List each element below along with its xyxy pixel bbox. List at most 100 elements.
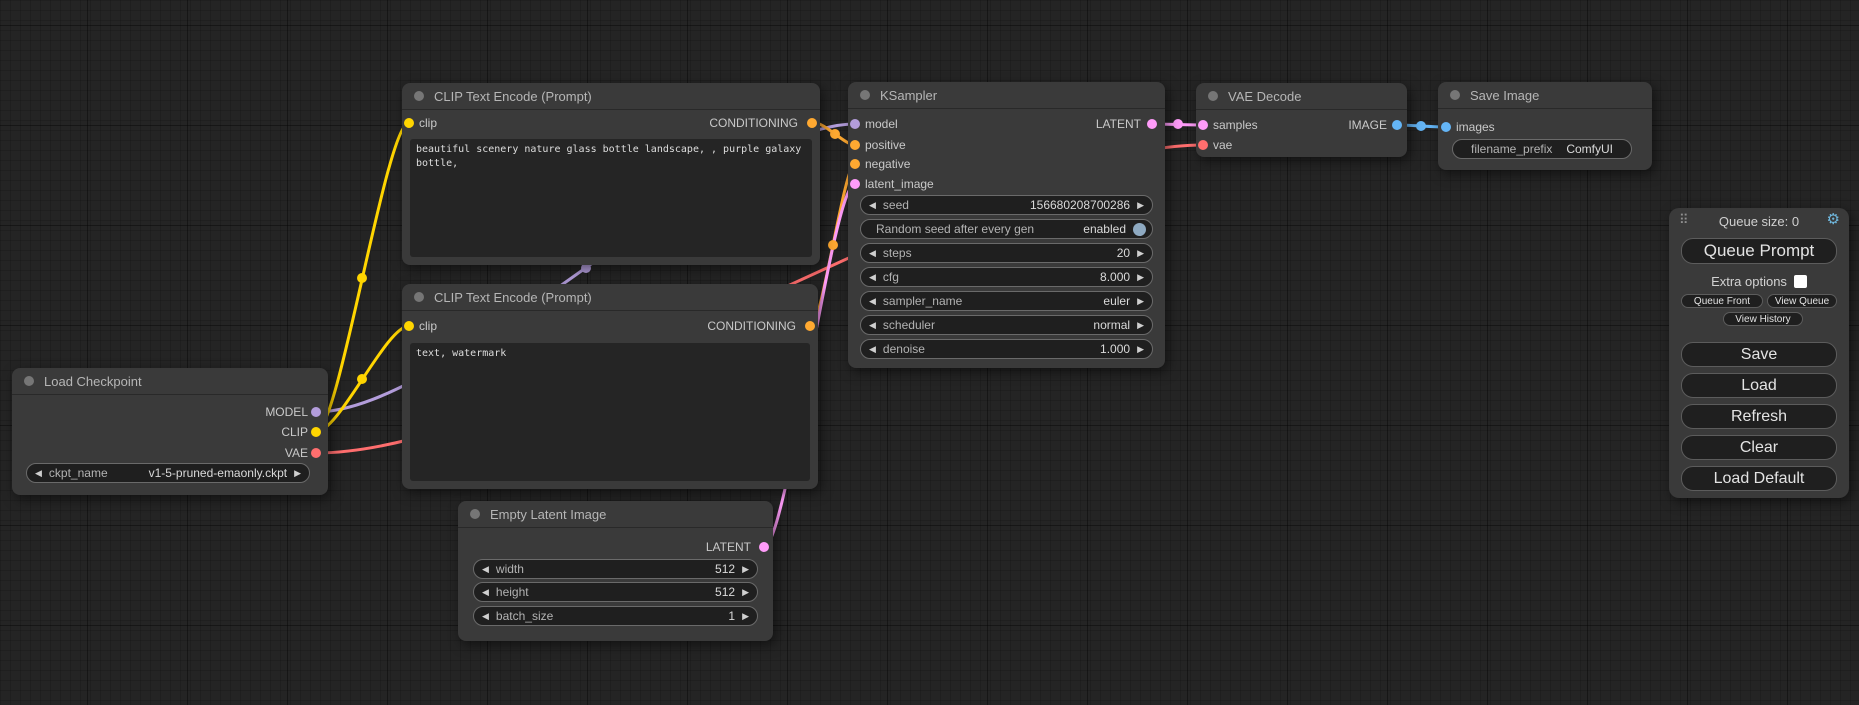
node-title: Save Image [1470, 88, 1539, 103]
filename-prefix-widget[interactable]: filename_prefix ComfyUI [1452, 139, 1632, 159]
samples-input-port[interactable] [1198, 120, 1208, 130]
node-title-bar[interactable]: KSampler [848, 82, 1165, 109]
node-title-bar[interactable]: VAE Decode [1196, 83, 1407, 110]
node-title: KSampler [880, 88, 937, 103]
batch-size-widget[interactable]: ◀ batch_size 1 ▶ [473, 606, 758, 626]
decrement-arrow-icon[interactable]: ◀ [869, 344, 876, 354]
ckpt-name-widget[interactable]: ◀ ckpt_name v1-5-pruned-emaonly.ckpt ▶ [26, 463, 310, 483]
node-clip-text-encode-negative[interactable]: CLIP Text Encode (Prompt) clip CONDITION… [402, 284, 818, 489]
decrement-arrow-icon[interactable]: ◀ [869, 320, 876, 330]
widget-label: seed [883, 198, 909, 212]
view-history-button[interactable]: View History [1723, 312, 1803, 326]
collapse-dot-icon[interactable] [1450, 90, 1460, 100]
model-input-port[interactable] [850, 119, 860, 129]
widget-value: 1.000 [1100, 342, 1130, 356]
refresh-button[interactable]: Refresh [1681, 404, 1837, 429]
output-label-image: IMAGE [1348, 118, 1387, 132]
increment-arrow-icon[interactable]: ▶ [294, 468, 301, 478]
prompt-textarea[interactable]: text, watermark [410, 343, 810, 481]
height-widget[interactable]: ◀ height 512 ▶ [473, 582, 758, 602]
decrement-arrow-icon[interactable]: ◀ [869, 200, 876, 210]
widget-value: 512 [715, 585, 735, 599]
node-empty-latent-image[interactable]: Empty Latent Image LATENT ◀ width 512 ▶ … [458, 501, 773, 641]
collapse-dot-icon[interactable] [860, 90, 870, 100]
increment-arrow-icon[interactable]: ▶ [1137, 200, 1144, 210]
decrement-arrow-icon[interactable]: ◀ [482, 587, 489, 597]
width-widget[interactable]: ◀ width 512 ▶ [473, 559, 758, 579]
clip-output-port[interactable] [311, 427, 321, 437]
random-seed-widget[interactable]: Random seed after every gen enabled [860, 219, 1153, 239]
images-input-port[interactable] [1441, 122, 1451, 132]
collapse-dot-icon[interactable] [24, 376, 34, 386]
output-label-conditioning: CONDITIONING [707, 319, 796, 333]
increment-arrow-icon[interactable]: ▶ [1137, 248, 1144, 258]
clip-input-port[interactable] [404, 321, 414, 331]
model-output-port[interactable] [311, 407, 321, 417]
node-title: Load Checkpoint [44, 374, 142, 389]
toggle-icon[interactable] [1133, 223, 1146, 236]
queue-panel: ⠿ Queue size: 0 ⚙ Queue Prompt Extra opt… [1669, 208, 1849, 498]
latent-output-port[interactable] [759, 542, 769, 552]
collapse-dot-icon[interactable] [470, 509, 480, 519]
load-default-button[interactable]: Load Default [1681, 466, 1837, 491]
comfyui-canvas[interactable]: Load Checkpoint MODEL CLIP VAE ◀ ckpt_na… [0, 0, 1859, 705]
prompt-textarea[interactable]: beautiful scenery nature glass bottle la… [410, 139, 812, 257]
decrement-arrow-icon[interactable]: ◀ [482, 611, 489, 621]
output-label-clip: CLIP [281, 425, 308, 439]
node-title-bar[interactable]: CLIP Text Encode (Prompt) [402, 83, 820, 110]
decrement-arrow-icon[interactable]: ◀ [35, 468, 42, 478]
queue-front-button[interactable]: Queue Front [1681, 294, 1763, 308]
latent-output-port[interactable] [1147, 119, 1157, 129]
collapse-dot-icon[interactable] [414, 292, 424, 302]
vae-output-port[interactable] [311, 448, 321, 458]
increment-arrow-icon[interactable]: ▶ [742, 611, 749, 621]
image-output-port[interactable] [1392, 120, 1402, 130]
decrement-arrow-icon[interactable]: ◀ [869, 272, 876, 282]
node-vae-decode[interactable]: VAE Decode samples IMAGE vae [1196, 83, 1407, 157]
increment-arrow-icon[interactable]: ▶ [1137, 344, 1144, 354]
increment-arrow-icon[interactable]: ▶ [742, 587, 749, 597]
conditioning-output-port[interactable] [807, 118, 817, 128]
node-load-checkpoint[interactable]: Load Checkpoint MODEL CLIP VAE ◀ ckpt_na… [12, 368, 328, 495]
increment-arrow-icon[interactable]: ▶ [1137, 272, 1144, 282]
clip-input-port[interactable] [404, 118, 414, 128]
decrement-arrow-icon[interactable]: ◀ [482, 564, 489, 574]
vae-input-port[interactable] [1198, 140, 1208, 150]
scheduler-widget[interactable]: ◀ scheduler normal ▶ [860, 315, 1153, 335]
wire-dot [357, 374, 367, 384]
widget-label: Random seed after every gen [876, 222, 1034, 236]
node-title-bar[interactable]: Empty Latent Image [458, 501, 773, 528]
seed-widget[interactable]: ◀ seed 156680208700286 ▶ [860, 195, 1153, 215]
cfg-widget[interactable]: ◀ cfg 8.000 ▶ [860, 267, 1153, 287]
collapse-dot-icon[interactable] [1208, 91, 1218, 101]
sampler-name-widget[interactable]: ◀ sampler_name euler ▶ [860, 291, 1153, 311]
node-title-bar[interactable]: CLIP Text Encode (Prompt) [402, 284, 818, 311]
view-queue-button[interactable]: View Queue [1767, 294, 1837, 308]
gear-icon[interactable]: ⚙ [1827, 212, 1840, 228]
node-ksampler[interactable]: KSampler model LATENT positive negative … [848, 82, 1165, 368]
steps-widget[interactable]: ◀ steps 20 ▶ [860, 243, 1153, 263]
increment-arrow-icon[interactable]: ▶ [1137, 296, 1144, 306]
output-label-model: MODEL [265, 405, 308, 419]
decrement-arrow-icon[interactable]: ◀ [869, 296, 876, 306]
widget-label: ckpt_name [49, 466, 108, 480]
increment-arrow-icon[interactable]: ▶ [1137, 320, 1144, 330]
queue-prompt-button[interactable]: Queue Prompt [1681, 238, 1837, 264]
node-save-image[interactable]: Save Image images filename_prefix ComfyU… [1438, 82, 1652, 170]
positive-input-port[interactable] [850, 140, 860, 150]
decrement-arrow-icon[interactable]: ◀ [869, 248, 876, 258]
widget-label: batch_size [496, 609, 553, 623]
load-button[interactable]: Load [1681, 373, 1837, 398]
latent-image-input-port[interactable] [850, 179, 860, 189]
clear-button[interactable]: Clear [1681, 435, 1837, 460]
collapse-dot-icon[interactable] [414, 91, 424, 101]
save-button[interactable]: Save [1681, 342, 1837, 367]
extra-options-checkbox[interactable] [1794, 275, 1807, 288]
node-title-bar[interactable]: Save Image [1438, 82, 1652, 109]
node-title-bar[interactable]: Load Checkpoint [12, 368, 328, 395]
node-clip-text-encode-positive[interactable]: CLIP Text Encode (Prompt) clip CONDITION… [402, 83, 820, 265]
conditioning-output-port[interactable] [805, 321, 815, 331]
denoise-widget[interactable]: ◀ denoise 1.000 ▶ [860, 339, 1153, 359]
increment-arrow-icon[interactable]: ▶ [742, 564, 749, 574]
negative-input-port[interactable] [850, 159, 860, 169]
